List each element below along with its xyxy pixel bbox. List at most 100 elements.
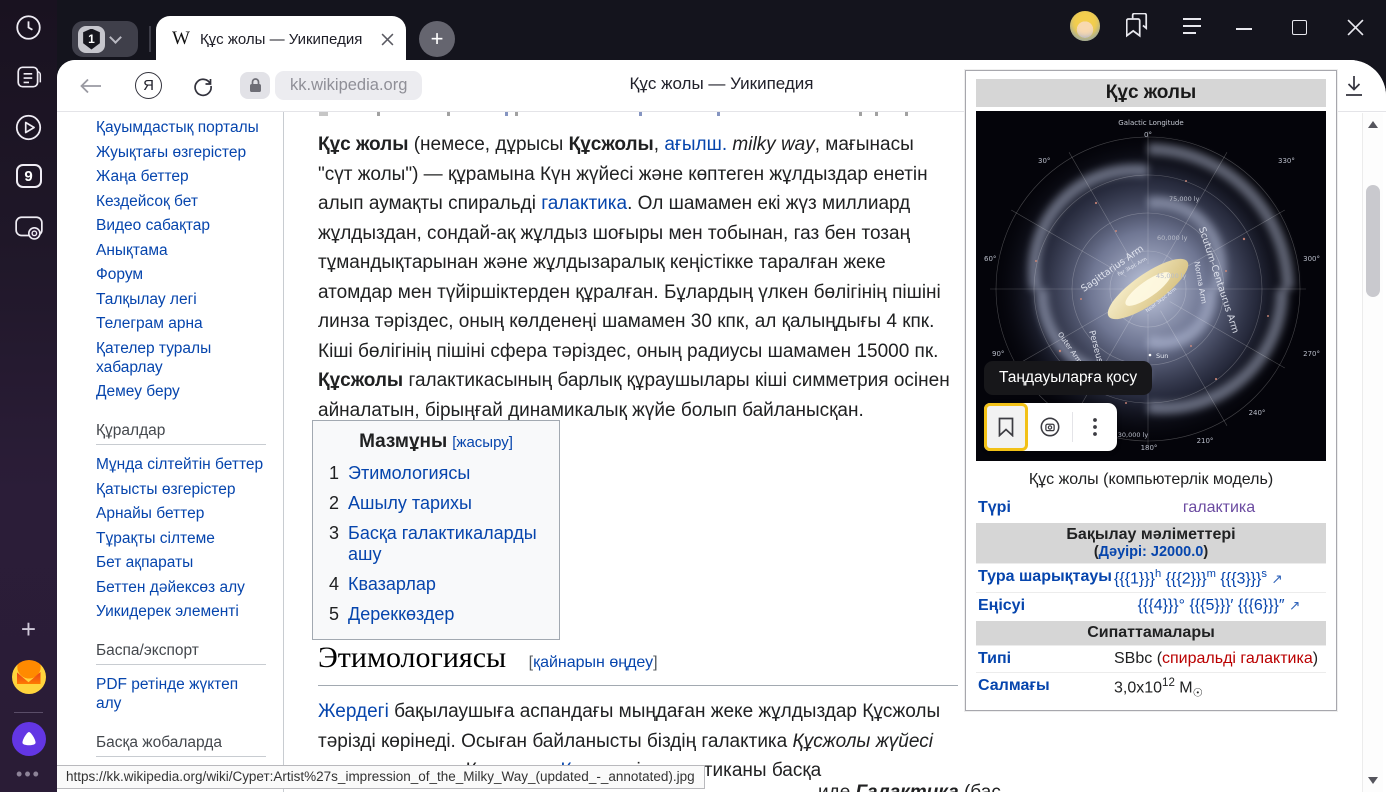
chevron-down-icon[interactable] <box>109 31 122 44</box>
search-by-image-button[interactable] <box>1028 403 1072 451</box>
galaxy-angle-label: 90° <box>992 350 1004 358</box>
alice-assistant-icon[interactable] <box>0 722 57 756</box>
galaxy-distance-label: 45,000 ly <box>1156 272 1187 280</box>
infobox-section-characteristics: Сипаттамалары <box>976 621 1326 645</box>
galaxy-axis-title: Galactic Longitude <box>1118 119 1183 127</box>
toc-link[interactable]: Ашылу тарихы <box>348 493 472 514</box>
nav-section-heading: Баспа/экспорт <box>96 641 266 665</box>
status-bar-url: https://kk.wikipedia.org/wiki/Сурет:Arti… <box>57 765 705 789</box>
galaxy-angle-label: 210° <box>1197 437 1214 445</box>
toc-hide-toggle[interactable]: [жасыру] <box>452 434 513 451</box>
downloads-icon[interactable] <box>1344 75 1364 97</box>
tab-close-icon[interactable] <box>381 33 394 46</box>
galaxy-angle-label: 180° <box>1141 444 1158 452</box>
toc-title: Мазмұны <box>359 431 447 452</box>
nav-link[interactable]: Мұнда сілтейтін беттер <box>96 455 284 474</box>
close-window-button[interactable] <box>1347 19 1364 36</box>
infobox-label[interactable]: Түрі <box>978 499 1114 517</box>
notes-icon[interactable] <box>0 63 57 91</box>
scroll-up-arrow[interactable] <box>1368 121 1378 128</box>
infobox-caption: Құс жолы (компьютерлік модель) <box>976 461 1326 495</box>
page-scrollbar[interactable] <box>1362 113 1383 792</box>
infobox-milky-way: Құс жолы <box>965 70 1337 711</box>
add-to-favorites-tooltip: Таңдауыларға қосу <box>984 361 1152 395</box>
yandex-mail-icon[interactable] <box>0 660 57 694</box>
sidebar-divider <box>14 712 43 713</box>
screenshot-icon[interactable] <box>0 215 57 241</box>
tab-title: Құс жолы — Уикипедия <box>200 31 371 48</box>
galaxy-image[interactable]: Galactic Longitude 0° 30° 60° 90° 330° 3… <box>976 111 1326 461</box>
minimize-button[interactable] <box>1236 28 1252 30</box>
infobox-row-dec: Еңісуі {{{4}}}° {{{5}}}′ {{{6}}}″ ↗ <box>976 592 1326 619</box>
save-image-bookmark-button[interactable] <box>984 403 1028 451</box>
wiki-sidebar-nav: Қауымдастық порталы Жуықтағы өзгерістер … <box>96 118 284 767</box>
toc-link[interactable]: Квазарлар <box>348 574 436 595</box>
infobox-row-ra: Тура шарықтауы {{{1}}}h {{{2}}}m {{{3}}}… <box>976 563 1326 592</box>
galaxy-angle-label: 30° <box>1038 157 1050 165</box>
scrollbar-thumb[interactable] <box>1366 185 1380 297</box>
nav-link[interactable]: Уикидерек элементі <box>96 602 284 621</box>
nav-link[interactable]: Жуықтағы өзгерістер <box>96 143 284 162</box>
tab-group-icon: 1 <box>78 26 105 53</box>
galaxy-angle-label: 60° <box>984 255 996 263</box>
toc-item: 3Басқа галактикаларды ашу <box>329 523 543 565</box>
profile-avatar[interactable] <box>1070 11 1100 41</box>
maximize-button[interactable] <box>1292 20 1307 35</box>
nav-link[interactable]: Талқылау легі <box>96 290 284 309</box>
sidebar-more-icon[interactable]: ••• <box>0 764 57 785</box>
infobox-label[interactable]: Еңісуі <box>978 597 1114 615</box>
toc-item: 2Ашылу тарихы <box>329 493 543 514</box>
infobox-title: Құс жолы <box>976 79 1326 107</box>
nav-link[interactable]: Жаңа беттер <box>96 167 284 186</box>
toc-link[interactable]: Басқа галактикаларды ашу <box>348 523 543 565</box>
nav-link[interactable]: Демеу беру <box>96 382 284 401</box>
nav-link[interactable]: Қателер туралы хабарлау <box>96 339 246 377</box>
toc-item: 4Квазарлар <box>329 574 543 595</box>
edit-section-link[interactable]: [қайнарын өңдеу] <box>529 654 658 671</box>
nav-link[interactable]: Бет ақпараты <box>96 553 284 572</box>
new-tab-button[interactable]: + <box>419 21 455 57</box>
bookmarks-panel-icon[interactable] <box>1126 13 1148 39</box>
scroll-down-arrow[interactable] <box>1368 777 1378 784</box>
nav-link[interactable]: Анықтама <box>96 241 284 260</box>
nav-link[interactable]: Тұрақты сілтеме <box>96 529 284 548</box>
nav-link[interactable]: Арнайы беттер <box>96 504 284 523</box>
table-of-contents: Мазмұны [жасыру] 1Этимологиясы 2Ашылу та… <box>312 420 560 640</box>
section-heading-row: Этимологиясы [қайнарын өңдеу] <box>318 641 658 675</box>
nav-link[interactable]: Кездейсоқ бет <box>96 192 284 211</box>
toc-item: 5Дереккөздер <box>329 604 543 625</box>
menu-icon[interactable] <box>1182 17 1202 35</box>
add-panel-icon[interactable]: + <box>0 616 57 642</box>
nav-divider <box>283 112 284 792</box>
video-play-icon[interactable] <box>0 113 57 142</box>
nav-link[interactable]: Форум <box>96 265 284 284</box>
nav-link[interactable]: Қатысты өзгерістер <box>96 480 284 499</box>
nav-link[interactable]: Қауымдастық порталы <box>96 118 284 137</box>
nav-section-heading: Басқа жобаларда <box>96 733 266 757</box>
browser-sidebar: 9 + ••• <box>0 0 57 792</box>
galaxy-angle-label: 330° <box>1278 157 1295 165</box>
nav-link[interactable]: Беттен дәйексөз алу <box>96 578 284 597</box>
galaxy-angle-label: 240° <box>1249 409 1266 417</box>
galaxy-angle-label: 0° <box>1144 131 1152 139</box>
nav-link[interactable]: Телеграм арна <box>96 314 284 333</box>
galaxy-distance-label: 30,000 ly <box>1118 431 1149 439</box>
image-more-menu-button[interactable] <box>1073 403 1117 451</box>
nav-link[interactable]: PDF ретінде жүктеп алу <box>96 675 246 713</box>
nav-link[interactable]: Видео сабақтар <box>96 216 284 235</box>
tab-milky-way[interactable]: W Құс жолы — Уикипедия <box>156 16 406 62</box>
galaxy-sun-label: Sun <box>1156 352 1168 360</box>
image-action-toolbar <box>984 403 1117 451</box>
tab-counter-badge[interactable]: 9 <box>0 164 57 188</box>
infobox-label[interactable]: Типі <box>978 650 1114 668</box>
toc-item: 1Этимологиясы <box>329 463 543 484</box>
history-clock-icon[interactable] <box>0 14 57 41</box>
galaxy-distance-label: 60,000 ly <box>1157 234 1188 242</box>
galaxy-angle-label: 270° <box>1303 350 1320 358</box>
toc-link[interactable]: Этимологиясы <box>348 463 470 484</box>
tab-group-widget[interactable]: 1 <box>72 21 138 57</box>
infobox-link[interactable]: галактика <box>1183 499 1255 516</box>
infobox-label[interactable]: Салмағы <box>978 677 1114 700</box>
infobox-label[interactable]: Тура шарықтауы <box>978 568 1114 588</box>
toc-link[interactable]: Дереккөздер <box>348 604 454 625</box>
